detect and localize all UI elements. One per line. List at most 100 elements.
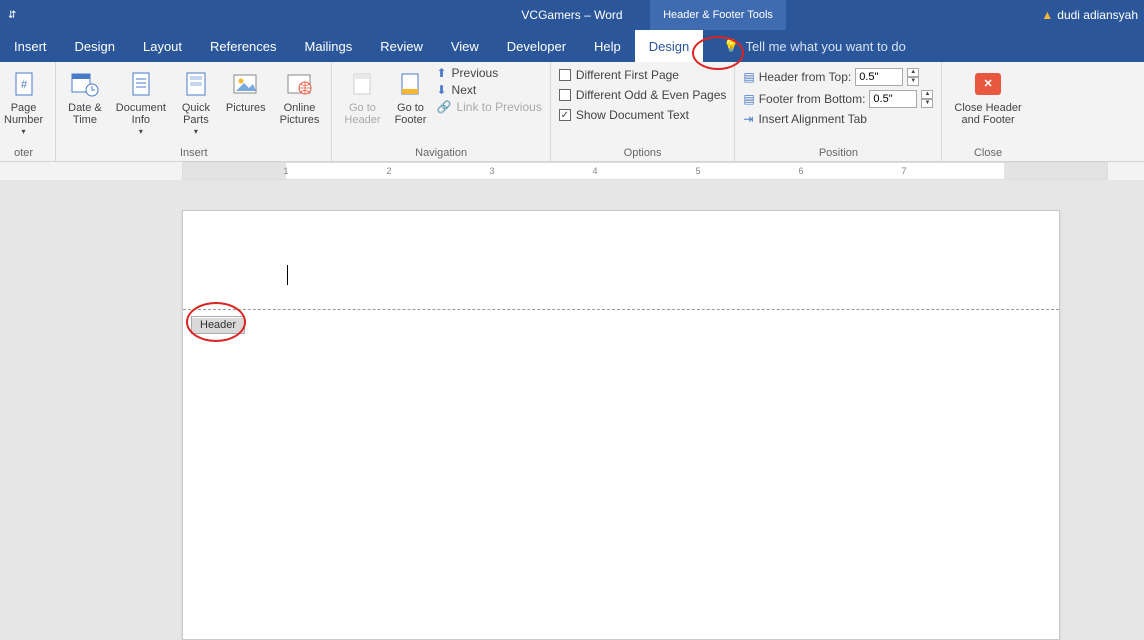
header-tag: Header [191,316,245,334]
date-time-button[interactable]: Date & Time [64,66,106,128]
quick-parts-label: Quick Parts [182,102,210,126]
lightbulb-icon: 💡 [723,38,739,54]
link-previous-button: 🔗 Link to Previous [436,100,541,114]
date-time-label: Date & Time [68,102,102,126]
goto-header-icon [346,68,378,100]
footer-bottom-label: Footer from Bottom: [759,92,866,106]
different-odd-even-label: Different Odd & Even Pages [576,88,727,102]
ruler-tick: 3 [489,166,494,176]
goto-header-label: Go to Header [344,102,380,126]
ruler-tick: 5 [695,166,700,176]
tab-review[interactable]: Review [366,30,437,62]
pictures-button[interactable]: Pictures [222,66,270,116]
window-title: VCGamers – Word [0,8,1144,22]
document-info-icon [125,68,157,100]
link-icon: 🔗 [436,100,451,114]
checkbox-checked-icon: ✓ [559,109,571,121]
page-number-button[interactable]: # Page Number ▾ [0,66,47,139]
footer-bottom-icon: ▤ [743,92,754,106]
header-top-icon: ▤ [743,70,754,84]
header-from-top-field[interactable]: ▤ Header from Top: ▲▼ [743,68,933,86]
ruler-tick: 2 [386,166,391,176]
next-icon: ⬇ [436,83,446,97]
checkbox-icon [559,69,571,81]
show-document-text-label: Show Document Text [576,108,689,122]
different-first-page-checkbox[interactable]: Different First Page [559,68,727,82]
group-label: Options [559,145,727,159]
group-options: Different First Page Different Odd & Eve… [551,62,736,161]
ribbon-tabs: InsertDesignLayoutReferencesMailingsRevi… [0,30,1144,62]
header-top-input[interactable] [855,68,903,86]
pictures-icon [230,68,262,100]
tab-layout[interactable]: Layout [129,30,196,62]
goto-footer-button[interactable]: Go to Footer [390,66,430,128]
quick-parts-button[interactable]: Quick Parts ▾ [176,66,216,139]
tab-mailings[interactable]: Mailings [291,30,367,62]
goto-footer-label: Go to Footer [395,102,427,126]
online-pictures-icon [284,68,316,100]
goto-header-button: Go to Header [340,66,384,128]
contextual-tab-label: Header & Footer Tools [650,0,786,30]
chevron-down-icon: ▾ [22,128,26,137]
footer-bottom-input[interactable] [869,90,917,108]
ribbon: # Page Number ▾ oter Date & Time Documen… [0,62,1144,162]
tab-view[interactable]: View [437,30,493,62]
account-user[interactable]: ▲ dudi adiansyah [1041,8,1138,22]
chevron-down-icon: ▾ [194,128,198,137]
ruler-tick: 1 [283,166,288,176]
page-number-icon: # [8,68,40,100]
link-previous-label: Link to Previous [456,100,541,114]
group-label: Position [743,145,933,159]
group-label: Close [950,145,1025,159]
document-page[interactable]: Header [182,210,1060,640]
alignment-tab-icon: ⇥ [743,112,753,126]
different-odd-even-checkbox[interactable]: Different Odd & Even Pages [559,88,727,102]
ruler-tick: 7 [901,166,906,176]
group-header-footer: # Page Number ▾ oter [0,62,56,161]
goto-footer-icon [394,68,426,100]
group-label: oter [0,145,47,159]
ruler-tick: 6 [798,166,803,176]
spinner-arrows[interactable]: ▲▼ [921,90,933,108]
tab-design[interactable]: Design [635,30,703,62]
tab-insert[interactable]: Insert [0,30,61,62]
show-document-text-checkbox[interactable]: ✓ Show Document Text [559,108,727,122]
page-number-label: Page Number [4,102,43,126]
horizontal-ruler[interactable]: 1234567 [0,162,1144,180]
spinner-arrows[interactable]: ▲▼ [907,68,919,86]
footer-from-bottom-field[interactable]: ▤ Footer from Bottom: ▲▼ [743,90,933,108]
tab-references[interactable]: References [196,30,290,62]
close-icon: ✕ [975,73,1001,95]
group-label: Navigation [340,145,541,159]
document-info-label: Document Info [116,102,166,126]
insert-alignment-tab-label: Insert Alignment Tab [758,112,867,126]
header-boundary [183,309,1059,310]
tab-developer[interactable]: Developer [493,30,580,62]
group-label: Insert [64,145,323,159]
group-insert: Date & Time Document Info ▾ Quick Parts … [56,62,332,161]
tab-design[interactable]: Design [61,30,129,62]
previous-button[interactable]: ⬆ Previous [436,66,541,80]
tab-help[interactable]: Help [580,30,635,62]
next-label: Next [452,83,477,97]
insert-alignment-tab-button[interactable]: ⇥ Insert Alignment Tab [743,112,933,126]
previous-label: Previous [452,66,499,80]
warning-icon: ▲ [1041,8,1053,22]
close-header-footer-button[interactable]: ✕ Close Header and Footer [950,66,1025,128]
user-name: dudi adiansyah [1057,8,1138,22]
document-info-button[interactable]: Document Info ▾ [112,66,170,139]
group-navigation: Go to Header Go to Footer ⬆ Previous ⬇ N… [332,62,550,161]
tell-me-label: Tell me what you want to do [745,39,905,54]
pictures-label: Pictures [226,102,266,114]
next-button[interactable]: ⬇ Next [436,83,541,97]
tell-me-search[interactable]: 💡 Tell me what you want to do [723,38,906,54]
date-time-icon [69,68,101,100]
quick-parts-icon [180,68,212,100]
close-header-footer-label: Close Header and Footer [954,102,1021,126]
group-position: ▤ Header from Top: ▲▼ ▤ Footer from Bott… [735,62,942,161]
text-cursor [287,265,288,285]
chevron-down-icon: ▾ [139,128,143,137]
svg-text:#: # [21,79,28,91]
online-pictures-button[interactable]: Online Pictures [276,66,324,128]
previous-icon: ⬆ [436,66,446,80]
